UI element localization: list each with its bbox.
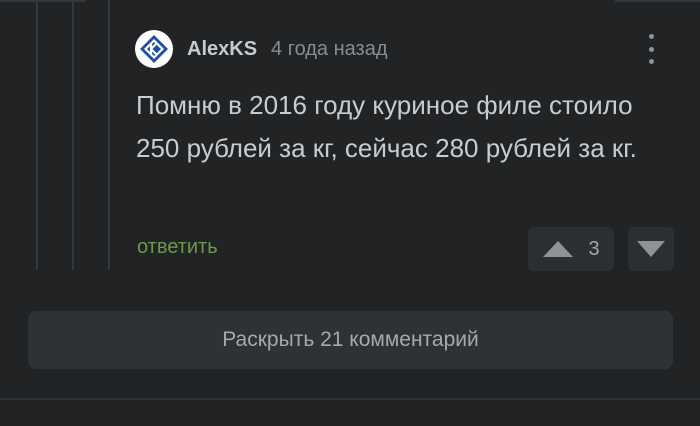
triangle-down-icon bbox=[637, 241, 665, 257]
section-divider bbox=[0, 398, 700, 400]
thread-branch-line-3[interactable] bbox=[108, 0, 110, 270]
username[interactable]: AlexKS bbox=[187, 38, 257, 61]
expand-comments-label: Раскрыть 21 комментарий bbox=[222, 328, 479, 351]
more-options-button[interactable] bbox=[640, 34, 662, 64]
comment-header: AlexKS 4 года назад bbox=[135, 30, 388, 68]
comment-text: Помню в 2016 году куриное филе стоило 25… bbox=[136, 90, 637, 163]
triangle-up-icon bbox=[543, 241, 574, 257]
avatar[interactable] bbox=[135, 30, 173, 68]
reply-link[interactable]: ответить bbox=[137, 236, 218, 259]
vote-score: 3 bbox=[588, 237, 600, 260]
expand-comments-button[interactable]: Раскрыть 21 комментарий bbox=[28, 311, 673, 369]
downvote-button[interactable] bbox=[628, 227, 674, 271]
thread-branch-line-1[interactable] bbox=[36, 0, 38, 270]
thread-branch-line-2[interactable] bbox=[72, 0, 74, 270]
timestamp[interactable]: 4 года назад bbox=[271, 38, 387, 61]
kvadrat-logo-icon bbox=[140, 35, 168, 63]
thread-top-divider-right bbox=[615, 0, 700, 2]
upvote-button[interactable]: 3 bbox=[528, 227, 614, 271]
comments-page: AlexKS 4 года назад Помню в 2016 году ку… bbox=[0, 0, 700, 426]
more-vertical-icon bbox=[648, 34, 654, 39]
